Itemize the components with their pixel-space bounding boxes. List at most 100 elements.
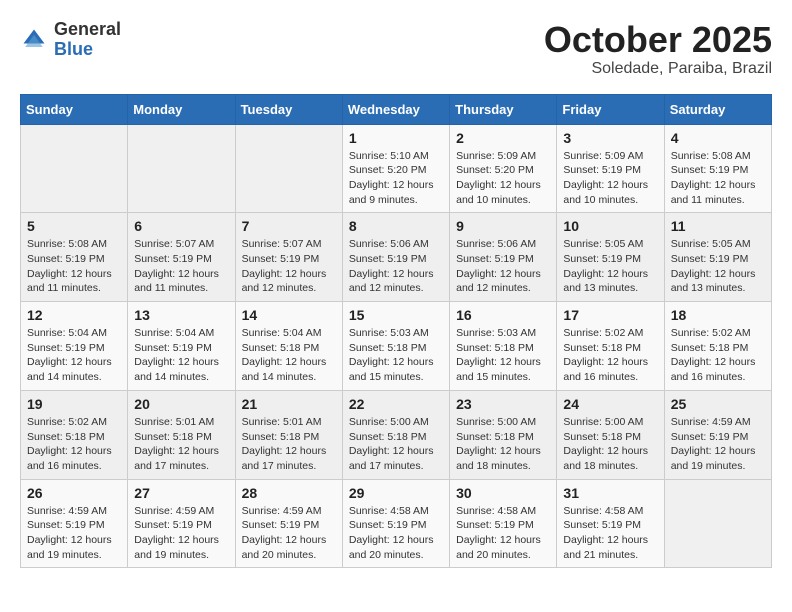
day-number: 31 bbox=[563, 485, 658, 501]
day-info: Sunrise: 5:08 AM Sunset: 5:19 PM Dayligh… bbox=[27, 237, 122, 296]
day-info: Sunrise: 5:09 AM Sunset: 5:20 PM Dayligh… bbox=[456, 149, 551, 208]
day-number: 7 bbox=[242, 218, 337, 234]
day-info: Sunrise: 5:07 AM Sunset: 5:19 PM Dayligh… bbox=[242, 237, 337, 296]
calendar-day-cell: 23Sunrise: 5:00 AM Sunset: 5:18 PM Dayli… bbox=[450, 390, 557, 479]
calendar-day-cell: 5 Sunrise: 5:08 AM Sunset: 5:19 PM Daylig… bbox=[21, 213, 128, 302]
day-info: Sunrise: 5:07 AM Sunset: 5:19 PM Dayligh… bbox=[134, 237, 229, 296]
calendar-week-1: 1 Sunrise: 5:10 AM Sunset: 5:20 PM Daylig… bbox=[21, 124, 772, 213]
day-number: 22 bbox=[349, 396, 444, 412]
day-number: 6 bbox=[134, 218, 229, 234]
day-info: Sunrise: 5:00 AM Sunset: 5:18 PM Dayligh… bbox=[563, 415, 658, 474]
day-info: Sunrise: 5:10 AM Sunset: 5:20 PM Dayligh… bbox=[349, 149, 444, 208]
day-info: Sunrise: 4:59 AM Sunset: 5:19 PM Dayligh… bbox=[134, 504, 229, 563]
calendar-day-cell: 14 Sunrise: 5:04 AM Sunset: 5:18 PM Dayli… bbox=[235, 302, 342, 391]
day-info: Sunrise: 4:58 AM Sunset: 5:19 PM Dayligh… bbox=[349, 504, 444, 563]
calendar-day-cell: 19Sunrise: 5:02 AM Sunset: 5:18 PM Dayli… bbox=[21, 390, 128, 479]
day-number: 3 bbox=[563, 130, 658, 146]
day-info: Sunrise: 5:02 AM Sunset: 5:18 PM Dayligh… bbox=[671, 326, 766, 385]
calendar-day-cell: 17 Sunrise: 5:02 AM Sunset: 5:18 PM Dayli… bbox=[557, 302, 664, 391]
calendar-day-cell: 12 Sunrise: 5:04 AM Sunset: 5:19 PM Dayli… bbox=[21, 302, 128, 391]
calendar-day-cell bbox=[128, 124, 235, 213]
calendar-week-3: 12 Sunrise: 5:04 AM Sunset: 5:19 PM Dayli… bbox=[21, 302, 772, 391]
day-info: Sunrise: 4:58 AM Sunset: 5:19 PM Dayligh… bbox=[563, 504, 658, 563]
day-info: Sunrise: 5:00 AM Sunset: 5:18 PM Dayligh… bbox=[349, 415, 444, 474]
calendar-day-cell: 18 Sunrise: 5:02 AM Sunset: 5:18 PM Dayli… bbox=[664, 302, 771, 391]
day-number: 30 bbox=[456, 485, 551, 501]
logo: General Blue bbox=[20, 20, 121, 60]
day-info: Sunrise: 4:58 AM Sunset: 5:19 PM Dayligh… bbox=[456, 504, 551, 563]
weekday-header-friday: Friday bbox=[557, 94, 664, 124]
day-number: 16 bbox=[456, 307, 551, 323]
day-number: 13 bbox=[134, 307, 229, 323]
day-number: 18 bbox=[671, 307, 766, 323]
logo-icon bbox=[20, 26, 48, 54]
day-number: 20 bbox=[134, 396, 229, 412]
day-info: Sunrise: 4:59 AM Sunset: 5:19 PM Dayligh… bbox=[671, 415, 766, 474]
day-number: 21 bbox=[242, 396, 337, 412]
day-info: Sunrise: 5:05 AM Sunset: 5:19 PM Dayligh… bbox=[671, 237, 766, 296]
header: General Blue October 2025 Soledade, Para… bbox=[20, 20, 772, 78]
day-number: 2 bbox=[456, 130, 551, 146]
title-block: October 2025 Soledade, Paraiba, Brazil bbox=[544, 20, 772, 78]
calendar-day-cell: 26 Sunrise: 4:59 AM Sunset: 5:19 PM Dayli… bbox=[21, 479, 128, 568]
calendar-day-cell: 11Sunrise: 5:05 AM Sunset: 5:19 PM Dayli… bbox=[664, 213, 771, 302]
calendar-day-cell bbox=[21, 124, 128, 213]
day-info: Sunrise: 5:04 AM Sunset: 5:19 PM Dayligh… bbox=[27, 326, 122, 385]
day-number: 9 bbox=[456, 218, 551, 234]
day-number: 29 bbox=[349, 485, 444, 501]
day-number: 14 bbox=[242, 307, 337, 323]
day-info: Sunrise: 4:59 AM Sunset: 5:19 PM Dayligh… bbox=[27, 504, 122, 563]
calendar-header: SundayMondayTuesdayWednesdayThursdayFrid… bbox=[21, 94, 772, 124]
day-number: 5 bbox=[27, 218, 122, 234]
calendar-day-cell: 2 Sunrise: 5:09 AM Sunset: 5:20 PM Daylig… bbox=[450, 124, 557, 213]
day-info: Sunrise: 5:09 AM Sunset: 5:19 PM Dayligh… bbox=[563, 149, 658, 208]
day-number: 4 bbox=[671, 130, 766, 146]
calendar-day-cell: 25 Sunrise: 4:59 AM Sunset: 5:19 PM Dayli… bbox=[664, 390, 771, 479]
calendar-body: 1 Sunrise: 5:10 AM Sunset: 5:20 PM Daylig… bbox=[21, 124, 772, 568]
day-info: Sunrise: 5:03 AM Sunset: 5:18 PM Dayligh… bbox=[349, 326, 444, 385]
weekday-header-wednesday: Wednesday bbox=[342, 94, 449, 124]
logo-blue-text: Blue bbox=[54, 39, 93, 59]
calendar-day-cell bbox=[235, 124, 342, 213]
calendar-day-cell: 1 Sunrise: 5:10 AM Sunset: 5:20 PM Daylig… bbox=[342, 124, 449, 213]
calendar-day-cell: 8Sunrise: 5:06 AM Sunset: 5:19 PM Daylig… bbox=[342, 213, 449, 302]
weekday-header-sunday: Sunday bbox=[21, 94, 128, 124]
day-number: 12 bbox=[27, 307, 122, 323]
calendar-day-cell: 6 Sunrise: 5:07 AM Sunset: 5:19 PM Daylig… bbox=[128, 213, 235, 302]
calendar-week-5: 26 Sunrise: 4:59 AM Sunset: 5:19 PM Dayli… bbox=[21, 479, 772, 568]
day-number: 17 bbox=[563, 307, 658, 323]
location: Soledade, Paraiba, Brazil bbox=[544, 60, 772, 78]
day-info: Sunrise: 5:04 AM Sunset: 5:18 PM Dayligh… bbox=[242, 326, 337, 385]
month-year: October 2025 bbox=[544, 20, 772, 60]
calendar-day-cell: 29 Sunrise: 4:58 AM Sunset: 5:19 PM Dayli… bbox=[342, 479, 449, 568]
day-number: 1 bbox=[349, 130, 444, 146]
calendar-day-cell: 3 Sunrise: 5:09 AM Sunset: 5:19 PM Daylig… bbox=[557, 124, 664, 213]
weekday-header-row: SundayMondayTuesdayWednesdayThursdayFrid… bbox=[21, 94, 772, 124]
day-info: Sunrise: 5:03 AM Sunset: 5:18 PM Dayligh… bbox=[456, 326, 551, 385]
logo-general-text: General bbox=[54, 19, 121, 39]
logo-text: General Blue bbox=[54, 20, 121, 60]
day-info: Sunrise: 4:59 AM Sunset: 5:19 PM Dayligh… bbox=[242, 504, 337, 563]
calendar-day-cell bbox=[664, 479, 771, 568]
calendar-table: SundayMondayTuesdayWednesdayThursdayFrid… bbox=[20, 94, 772, 569]
weekday-header-tuesday: Tuesday bbox=[235, 94, 342, 124]
day-info: Sunrise: 5:01 AM Sunset: 5:18 PM Dayligh… bbox=[134, 415, 229, 474]
day-info: Sunrise: 5:02 AM Sunset: 5:18 PM Dayligh… bbox=[563, 326, 658, 385]
weekday-header-saturday: Saturday bbox=[664, 94, 771, 124]
day-number: 15 bbox=[349, 307, 444, 323]
calendar-day-cell: 31 Sunrise: 4:58 AM Sunset: 5:19 PM Dayli… bbox=[557, 479, 664, 568]
day-info: Sunrise: 5:05 AM Sunset: 5:19 PM Dayligh… bbox=[563, 237, 658, 296]
calendar-day-cell: 13 Sunrise: 5:04 AM Sunset: 5:19 PM Dayli… bbox=[128, 302, 235, 391]
calendar-day-cell: 16 Sunrise: 5:03 AM Sunset: 5:18 PM Dayli… bbox=[450, 302, 557, 391]
day-number: 25 bbox=[671, 396, 766, 412]
calendar-day-cell: 9Sunrise: 5:06 AM Sunset: 5:19 PM Daylig… bbox=[450, 213, 557, 302]
weekday-header-thursday: Thursday bbox=[450, 94, 557, 124]
day-info: Sunrise: 5:04 AM Sunset: 5:19 PM Dayligh… bbox=[134, 326, 229, 385]
calendar-week-4: 19Sunrise: 5:02 AM Sunset: 5:18 PM Dayli… bbox=[21, 390, 772, 479]
calendar-day-cell: 22 Sunrise: 5:00 AM Sunset: 5:18 PM Dayli… bbox=[342, 390, 449, 479]
calendar-week-2: 5 Sunrise: 5:08 AM Sunset: 5:19 PM Daylig… bbox=[21, 213, 772, 302]
day-number: 26 bbox=[27, 485, 122, 501]
weekday-header-monday: Monday bbox=[128, 94, 235, 124]
calendar-day-cell: 7 Sunrise: 5:07 AM Sunset: 5:19 PM Daylig… bbox=[235, 213, 342, 302]
day-number: 24 bbox=[563, 396, 658, 412]
